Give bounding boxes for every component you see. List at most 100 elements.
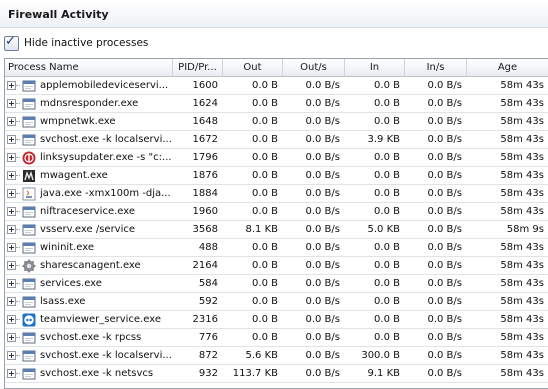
age-cell: 58m 43s	[500, 332, 544, 343]
table-row[interactable]: sharescanagent.exe 2164 0.0 B 0.0 B/s 0.0 B 0…	[5, 257, 548, 275]
column-header-out[interactable]: Out	[223, 59, 283, 77]
plus-icon[interactable]	[7, 297, 16, 306]
in-rate-cell: 0.0 B/s	[427, 188, 462, 199]
plus-icon[interactable]	[7, 369, 16, 378]
table-row[interactable]: teamviewer_service.exe 2316 0.0 B 0.0 B/s 0.…	[5, 311, 548, 329]
hide-inactive-label[interactable]: Hide inactive processes	[24, 37, 148, 49]
column-header-age[interactable]: Age	[467, 59, 548, 77]
plus-icon[interactable]	[7, 207, 16, 216]
expand-toggle[interactable]	[5, 329, 20, 346]
process-name-cell: svchost.exe -k localservi...	[5, 347, 173, 364]
expand-toggle[interactable]	[5, 131, 20, 148]
expand-toggle[interactable]	[5, 113, 20, 130]
table-row[interactable]: niftraceservice.exe 1960 0.0 B 0.0 B/s 0.0 B…	[5, 203, 548, 221]
plus-icon[interactable]	[7, 153, 16, 162]
column-header-in-rate[interactable]: In/s	[405, 59, 467, 77]
in-cell: 300.0 B	[361, 350, 400, 361]
expand-toggle[interactable]	[5, 77, 20, 94]
process-name: svchost.exe -k localservi...	[40, 350, 172, 361]
table-row[interactable]: wmpnetwk.exe 1648 0.0 B 0.0 B/s 0.0 B 0.0 B/s…	[5, 113, 548, 131]
process-name-cell: mwagent.exe	[5, 167, 173, 184]
table-row[interactable]: lsass.exe 592 0.0 B 0.0 B/s 0.0 B 0.0 B/s 58m …	[5, 293, 548, 311]
expand-toggle[interactable]	[5, 275, 20, 292]
column-header-pid[interactable]: PID/Pr...	[173, 59, 223, 77]
in-cell: 0.0 B	[374, 152, 400, 163]
teamviewer-icon	[22, 313, 36, 327]
plus-icon[interactable]	[7, 189, 16, 198]
table-row[interactable]: svchost.exe -k netsvcs 932 113.7 KB 0.0 B/s…	[5, 365, 548, 383]
plus-icon[interactable]	[7, 225, 16, 234]
out-cell: 0.0 B	[252, 260, 278, 271]
column-header-process-name[interactable]: Process Name	[5, 59, 173, 77]
expand-toggle[interactable]	[5, 311, 20, 328]
process-name-cell: svchost.exe -k rpcss	[5, 329, 173, 346]
table-row[interactable]: wininit.exe 488 0.0 B 0.0 B/s 0.0 B 0.0 B/s 58…	[5, 239, 548, 257]
out-rate-cell: 0.0 B/s	[305, 170, 340, 181]
plus-icon[interactable]	[7, 243, 16, 252]
out-cell: 0.0 B	[252, 152, 278, 163]
out-cell: 0.0 B	[252, 206, 278, 217]
age-cell: 58m 43s	[500, 170, 544, 181]
hide-inactive-checkbox[interactable]: ✓	[4, 34, 19, 51]
out-cell: 0.0 B	[252, 134, 278, 145]
exe-icon	[22, 115, 36, 129]
in-rate-cell: 0.0 B/s	[427, 314, 462, 325]
process-name-cell: applemobiledeviceservi...	[5, 77, 173, 94]
table-row[interactable]: linksysupdater.exe -s "c:... 1796 0.0 B 0.0…	[5, 149, 548, 167]
expand-toggle[interactable]	[5, 203, 20, 220]
hide-inactive-option[interactable]: ✓ Hide inactive processes	[4, 34, 148, 52]
expand-toggle[interactable]	[5, 293, 20, 310]
table-row[interactable]: mwagent.exe 1876 0.0 B 0.0 B/s 0.0 B 0.0 B/s 5…	[5, 167, 548, 185]
column-header-in[interactable]: In	[345, 59, 405, 77]
in-cell: 0.0 B	[374, 278, 400, 289]
table-row[interactable]: services.exe 584 0.0 B 0.0 B/s 0.0 B 0.0 B/s 5…	[5, 275, 548, 293]
process-name: wmpnetwk.exe	[40, 116, 116, 127]
table-row[interactable]: mdnsresponder.exe 1624 0.0 B 0.0 B/s 0.0 B 0.…	[5, 95, 548, 113]
table-row[interactable]: svchost.exe -k localservi... 872 5.6 KB 0.0…	[5, 347, 548, 365]
table-row[interactable]: svchost.exe -k rpcss 776 0.0 B 0.0 B/s 0.0 B…	[5, 329, 548, 347]
plus-icon[interactable]	[7, 315, 16, 324]
expand-toggle[interactable]	[5, 221, 20, 238]
process-name: teamviewer_service.exe	[40, 314, 161, 325]
table-row[interactable]: svchost.exe -k localservi... 1672 0.0 B 0.0…	[5, 131, 548, 149]
plus-icon[interactable]	[7, 351, 16, 360]
java-icon	[22, 187, 36, 201]
table-row[interactable]: vsserv.exe /service 3568 8.1 KB 0.0 B/s 5.0 …	[5, 221, 548, 239]
age-cell: 58m 43s	[500, 206, 544, 217]
exe-icon	[22, 277, 36, 291]
expand-toggle[interactable]	[5, 185, 20, 202]
plus-icon[interactable]	[7, 117, 16, 126]
exe-icon	[22, 205, 36, 219]
in-cell: 3.9 KB	[367, 134, 401, 145]
plus-icon[interactable]	[7, 135, 16, 144]
expand-toggle[interactable]	[5, 239, 20, 256]
panel-title: Firewall Activity	[8, 8, 109, 21]
in-rate-cell: 0.0 B/s	[427, 296, 462, 307]
column-header-out-rate[interactable]: Out/s	[283, 59, 345, 77]
expand-toggle[interactable]	[5, 257, 20, 274]
process-name: vsserv.exe /service	[40, 224, 136, 235]
table-row[interactable]: applemobiledeviceservi... 1600 0.0 B 0.0 B/…	[5, 77, 548, 95]
process-name: wininit.exe	[40, 242, 95, 253]
exe-icon	[22, 367, 36, 381]
exe-icon	[22, 331, 36, 345]
expand-toggle[interactable]	[5, 149, 20, 166]
plus-icon[interactable]	[7, 171, 16, 180]
out-rate-cell: 0.0 B/s	[305, 314, 340, 325]
plus-icon[interactable]	[7, 261, 16, 270]
out-rate-cell: 0.0 B/s	[305, 98, 340, 109]
table-row[interactable]: java.exe -xmx100m -dja... 1884 0.0 B 0.0 B/…	[5, 185, 548, 203]
expand-toggle[interactable]	[5, 95, 20, 112]
expand-toggle[interactable]	[5, 347, 20, 364]
out-rate-cell: 0.0 B/s	[305, 80, 340, 91]
plus-icon[interactable]	[7, 333, 16, 342]
plus-icon[interactable]	[7, 279, 16, 288]
plus-icon[interactable]	[7, 81, 16, 90]
age-cell: 58m 43s	[500, 260, 544, 271]
expand-toggle[interactable]	[5, 167, 20, 184]
plus-icon[interactable]	[7, 99, 16, 108]
in-cell: 0.0 B	[374, 296, 400, 307]
in-cell: 0.0 B	[374, 98, 400, 109]
expand-toggle[interactable]	[5, 365, 20, 382]
in-rate-cell: 0.0 B/s	[427, 134, 462, 145]
